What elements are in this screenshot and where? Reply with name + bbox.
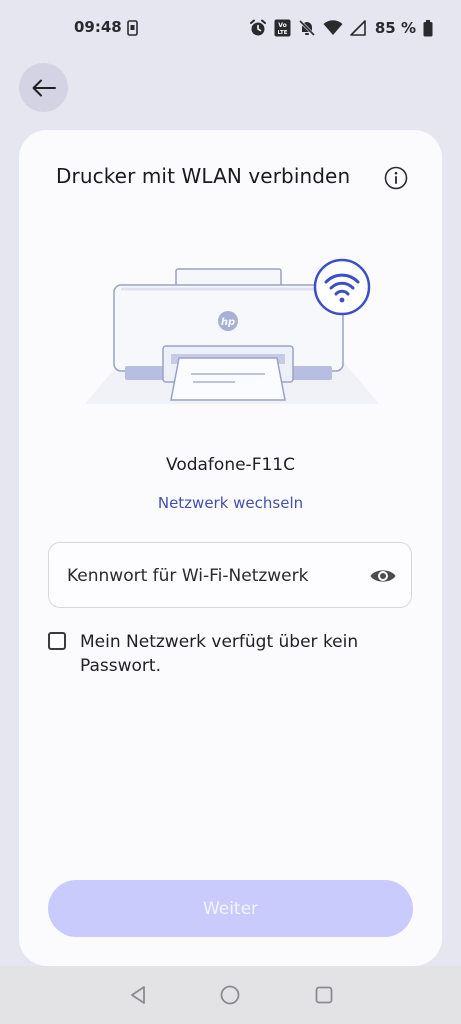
printer-paper [170,357,286,401]
mute-icon [298,19,315,37]
status-time: 09:48 [74,18,122,36]
arrow-left-icon [32,79,56,96]
hp-logo-text: hp [221,317,235,328]
status-bar: 09:48 Vo LTE 85 % [0,0,461,56]
volte-icon: Vo LTE [274,19,291,37]
sim-icon [127,20,138,36]
change-network-link[interactable]: Netzwerk wechseln [19,494,442,512]
svg-text:LTE: LTE [277,30,287,36]
title-row: Drucker mit WLAN verbinden [19,162,442,194]
navigation-bar [0,966,461,1024]
alarm-icon [249,19,266,36]
password-field[interactable] [48,542,412,608]
network-name: Vodafone-F11C [166,455,295,475]
recents-square-icon[interactable] [313,984,335,1006]
battery-percent: 85 % [374,19,416,37]
battery-icon [423,19,433,36]
page-title: Drucker mit WLAN verbinden [56,164,351,188]
no-password-checkbox[interactable] [48,632,66,650]
no-password-label[interactable]: Mein Netzwerk verfügt über kein Passwort… [80,630,410,678]
back-button[interactable] [19,63,68,112]
wifi-icon [323,20,343,35]
info-icon[interactable] [384,166,408,190]
back-triangle-icon[interactable] [127,984,149,1006]
password-input[interactable] [67,561,357,591]
main-card: Drucker mit WLAN verbinden hp Vodafone-F… [19,130,442,966]
continue-button[interactable]: Weiter [48,880,413,937]
eye-icon[interactable] [369,565,397,587]
home-circle-icon[interactable] [219,984,241,1006]
wifi-badge [313,258,371,316]
svg-text:Vo: Vo [278,22,286,29]
printer-illustration: hp [85,258,379,404]
signal-icon [350,20,366,36]
status-icons: Vo LTE 85 % [249,16,433,40]
